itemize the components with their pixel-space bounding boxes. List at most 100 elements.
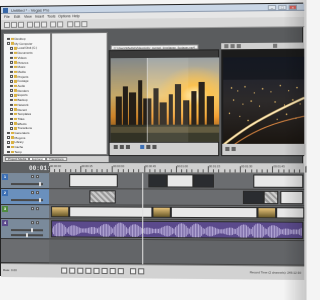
expand-toggle-icon[interactable] — [9, 103, 13, 107]
mute-icon[interactable] — [30, 191, 35, 195]
menu-help[interactable]: Help — [72, 14, 79, 18]
next-frame-icon[interactable] — [138, 268, 145, 275]
expand-toggle-icon[interactable] — [9, 79, 13, 83]
transition-clip[interactable] — [263, 190, 279, 205]
preview-settings-icon[interactable] — [224, 44, 229, 49]
preview-split-icon[interactable] — [236, 44, 241, 49]
expand-toggle-icon[interactable] — [9, 112, 13, 116]
tab-explorer[interactable]: Explorer — [28, 157, 47, 162]
timeline-ruler[interactable]: 00:00:00 00:00:15 00:00:30 00:00:45 00:01:00… — [49, 163, 306, 174]
video-clip-night[interactable] — [148, 174, 167, 188]
track-lane-4-audio[interactable] — [49, 219, 305, 242]
go-start-icon[interactable] — [109, 267, 116, 275]
playhead-cursor[interactable] — [142, 173, 144, 265]
pause-icon[interactable] — [93, 267, 100, 274]
video-clip-night[interactable] — [193, 174, 214, 188]
preview-fx-icon[interactable] — [230, 44, 235, 49]
envelope-tool-icon[interactable] — [74, 21, 81, 28]
expand-toggle-icon[interactable] — [6, 141, 10, 144]
expand-toggle-icon[interactable] — [9, 65, 13, 69]
expand-toggle-icon[interactable] — [6, 37, 10, 41]
expand-toggle-icon[interactable] — [9, 94, 13, 97]
tree-item[interactable]: Library — [6, 140, 24, 144]
level-slider[interactable] — [10, 198, 44, 203]
preview-copy-icon[interactable] — [225, 146, 230, 152]
tree-item[interactable]: Titles — [9, 117, 25, 121]
trim-loop-icon[interactable] — [125, 144, 130, 149]
prev-frame-icon[interactable] — [129, 268, 137, 275]
menu-edit[interactable]: Edit — [14, 15, 20, 19]
copy-icon[interactable] — [34, 21, 41, 28]
tree-item[interactable]: Plug-ins — [6, 136, 25, 140]
paste-icon[interactable] — [41, 21, 48, 28]
menu-file[interactable]: File — [4, 15, 10, 19]
menu-options[interactable]: Options — [58, 14, 70, 18]
tree-item[interactable]: Recent — [9, 107, 27, 111]
tree-item[interactable]: Media — [9, 70, 26, 74]
expand-toggle-icon[interactable] — [6, 145, 10, 149]
track-header-4[interactable]: 4 — [0, 219, 50, 240]
tree-item[interactable]: Cache — [6, 145, 23, 149]
volume-slider[interactable] — [10, 228, 44, 233]
tree-item[interactable]: Videos — [9, 56, 27, 60]
audio-clip[interactable] — [51, 220, 304, 240]
expand-toggle-icon[interactable] — [6, 42, 10, 45]
tree-item[interactable]: Renders — [9, 89, 29, 93]
solo-icon[interactable] — [36, 191, 40, 195]
record-icon[interactable] — [61, 267, 68, 274]
track-lane-2[interactable] — [49, 189, 305, 207]
tree-item[interactable]: Effects — [9, 122, 27, 126]
tree-item[interactable]: Templates — [9, 112, 31, 116]
trimmer-path-field[interactable]: C:\Users\Media\Videos\city_sunset_timela… — [110, 44, 199, 51]
pan-slider[interactable] — [10, 233, 44, 238]
sunset-clip[interactable] — [257, 207, 277, 219]
redo-icon[interactable] — [57, 21, 64, 28]
tree-item[interactable]: My Computer — [6, 41, 33, 46]
tab-transitions[interactable]: Transitions — [46, 157, 67, 162]
stop-icon[interactable] — [101, 267, 108, 275]
tree-item[interactable]: Music — [9, 65, 25, 69]
track-lane-1[interactable] — [49, 173, 305, 190]
trim-play-icon[interactable] — [113, 144, 118, 149]
video-clip[interactable] — [170, 206, 258, 219]
trim-out-icon[interactable] — [152, 144, 157, 149]
tree-item[interactable]: Exports — [9, 93, 28, 97]
tree-item[interactable]: Temp — [6, 150, 22, 154]
video-clip-night[interactable] — [242, 190, 264, 205]
tree-item[interactable]: Network — [9, 103, 29, 107]
undo-icon[interactable] — [50, 21, 57, 28]
expand-toggle-icon[interactable] — [9, 89, 13, 92]
preview-save-snapshot-icon[interactable] — [231, 146, 236, 152]
expand-toggle-icon[interactable] — [9, 122, 13, 125]
save-icon[interactable] — [17, 21, 24, 28]
mute-icon[interactable] — [30, 207, 35, 211]
tree-item[interactable]: Pictures — [9, 60, 28, 64]
track-header-1[interactable]: 1 — [0, 173, 50, 190]
track-header-2[interactable]: 2 — [0, 189, 50, 206]
zoom-tool-icon[interactable] — [81, 21, 88, 28]
expand-toggle-icon[interactable] — [9, 75, 13, 78]
tree-item[interactable]: Audio — [9, 84, 25, 88]
tree-item[interactable]: Projects — [9, 74, 28, 78]
play-from-start-icon[interactable] — [77, 267, 84, 274]
expand-toggle-icon[interactable] — [6, 136, 10, 139]
expand-toggle-icon[interactable] — [9, 61, 13, 64]
video-clip[interactable] — [166, 174, 194, 188]
loop-icon[interactable] — [69, 267, 76, 274]
solo-icon[interactable] — [36, 175, 40, 179]
new-file-icon[interactable] — [3, 21, 10, 28]
video-clip[interactable] — [69, 206, 153, 218]
preview-quality-icon[interactable] — [273, 43, 278, 48]
menu-tools[interactable]: Tools — [47, 14, 55, 18]
tree-item[interactable]: Backup — [9, 98, 28, 102]
minimize-button[interactable]: – — [267, 4, 277, 11]
slider-knob[interactable] — [39, 198, 42, 203]
expand-toggle-icon[interactable] — [9, 84, 13, 88]
sunset-clip[interactable] — [51, 206, 70, 218]
tree-item[interactable]: Generators — [6, 131, 30, 135]
tree-item[interactable]: Local Disk (C:) — [9, 46, 37, 50]
edit-tool-icon[interactable] — [67, 21, 74, 28]
open-folder-icon[interactable] — [10, 21, 17, 28]
expand-toggle-icon[interactable] — [9, 117, 13, 121]
expand-toggle-icon[interactable] — [6, 131, 10, 135]
